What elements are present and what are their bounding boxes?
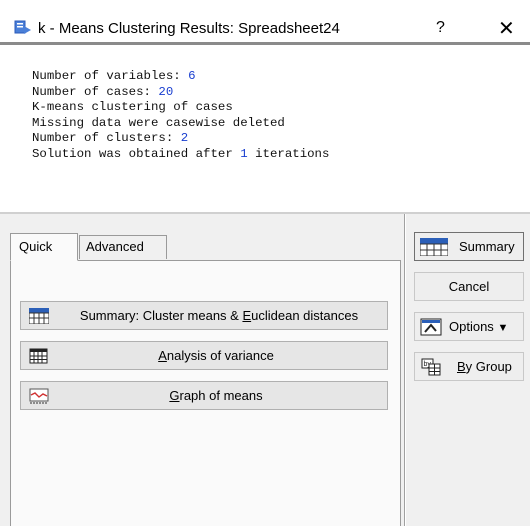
line-graph-icon: [29, 388, 49, 404]
tab-advanced[interactable]: Advanced: [79, 235, 167, 259]
results-line: Number of clusters: 2: [32, 131, 189, 145]
window-title: k - Means Clustering Results: Spreadshee…: [38, 20, 340, 37]
quick-tab-page: Summary: Cluster means & Euclidean dista…: [10, 260, 401, 526]
summary-button[interactable]: Summary: [414, 232, 524, 261]
options-panel: Quick Advanced Summary: Cluster means & …: [0, 214, 530, 526]
results-line: Number of variables: 6: [32, 69, 196, 83]
graph-of-means-button[interactable]: Graph of means: [20, 381, 388, 410]
cancel-button[interactable]: Cancel: [414, 272, 524, 301]
help-button[interactable]: ?: [436, 19, 445, 37]
chevron-down-icon: ▼: [497, 322, 509, 334]
options-button[interactable]: Options ▼: [414, 312, 524, 341]
results-text-area: Number of variables: 6 Number of cases: …: [0, 45, 530, 253]
summary-cluster-means-button[interactable]: Summary: Cluster means & Euclidean dista…: [20, 301, 388, 330]
close-button[interactable]: ✕: [498, 16, 515, 41]
table-grid-icon: [29, 348, 48, 364]
cancel-button-label: Cancel: [448, 279, 490, 294]
analysis-of-variance-button[interactable]: Analysis of variance: [20, 341, 388, 370]
tab-quick[interactable]: Quick: [10, 233, 78, 261]
summary-button-label: Summary: [459, 239, 515, 254]
by-group-icon: by: [421, 358, 441, 376]
results-line: Number of cases: 20: [32, 84, 174, 99]
vertical-divider: [404, 214, 406, 526]
results-lines: Number of variables: 6 Number of cases: …: [32, 69, 329, 162]
title-bar: k - Means Clustering Results: Spreadshee…: [0, 0, 530, 42]
results-line: Missing data were casewise deleted: [32, 115, 285, 130]
summary-icon: [29, 308, 49, 324]
results-line: K-means clustering of cases: [32, 100, 233, 114]
tabs-area: Quick Advanced Summary: Cluster means & …: [10, 233, 401, 526]
app-icon: [14, 20, 31, 34]
options-icon: [420, 318, 442, 336]
by-group-button[interactable]: by By Group: [414, 352, 524, 381]
results-line: Solution was obtained after 1 iterations: [32, 146, 330, 161]
summary-icon: [420, 238, 448, 256]
options-button-label: Options: [449, 319, 494, 334]
